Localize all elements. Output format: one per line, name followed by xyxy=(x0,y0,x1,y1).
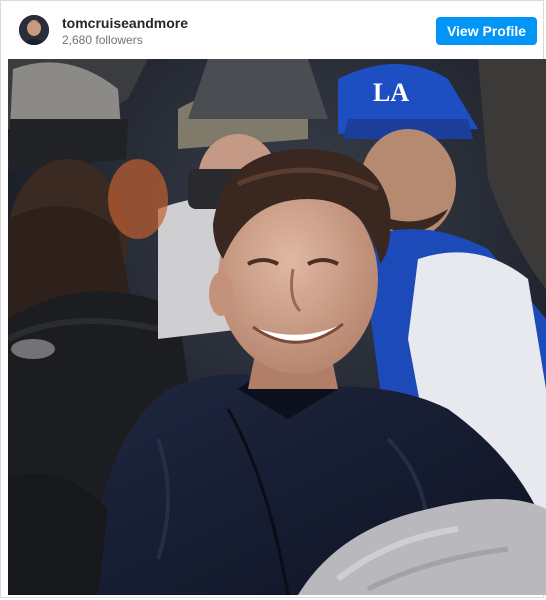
embedded-post-card: tomcruiseandmore 2,680 followers View Pr… xyxy=(0,0,546,598)
view-profile-button[interactable]: View Profile xyxy=(436,17,537,45)
profile-avatar[interactable] xyxy=(19,15,49,45)
post-photo[interactable]: LA xyxy=(8,59,546,595)
avatar-image xyxy=(19,15,49,45)
follower-count: 2,680 followers xyxy=(62,33,143,47)
username-link[interactable]: tomcruiseandmore xyxy=(62,15,188,31)
photo-image: LA xyxy=(8,59,546,595)
post-header: tomcruiseandmore 2,680 followers View Pr… xyxy=(1,1,545,57)
cap-logo-text: LA xyxy=(373,78,409,107)
